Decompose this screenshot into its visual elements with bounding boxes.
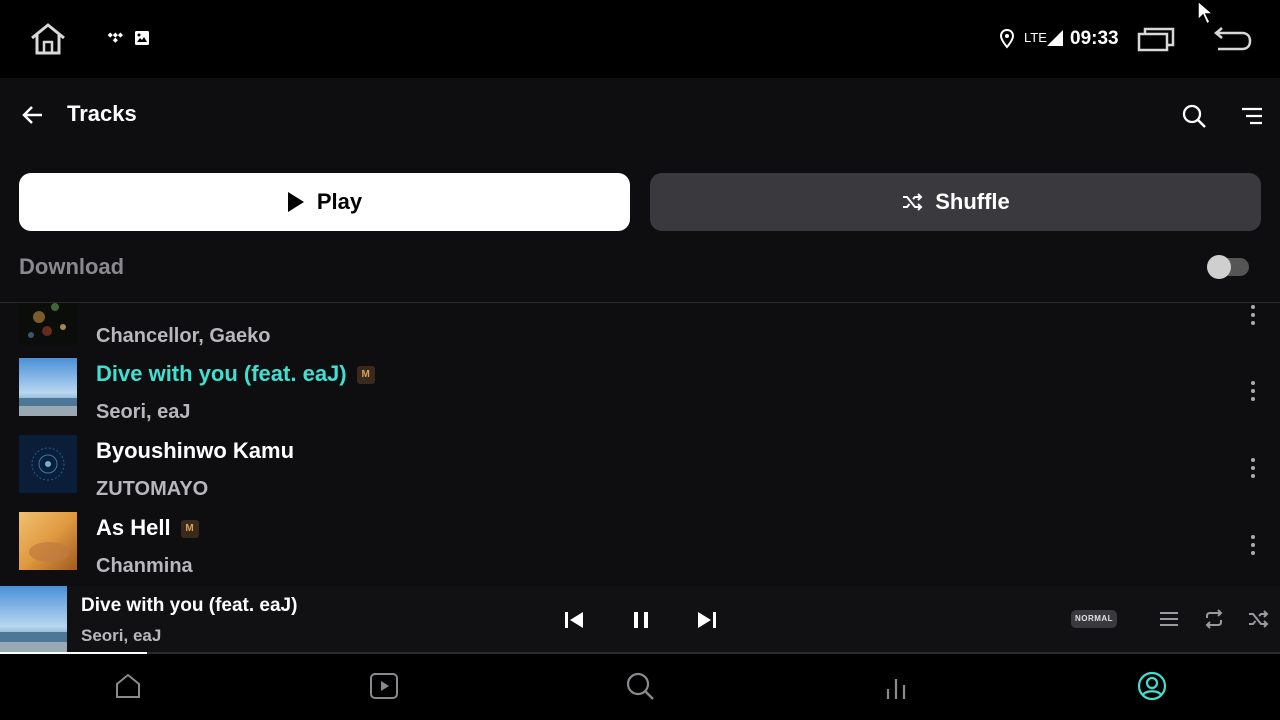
signal-icon [1047,30,1063,46]
filter-icon[interactable] [1240,104,1264,128]
page-title: Tracks [67,101,137,126]
download-label: Download [19,254,125,279]
pause-icon[interactable] [629,608,653,632]
shuffle-icon [903,193,923,211]
shuffle-button[interactable]: Shuffle [650,173,1261,231]
track-artist: Chancellor, Gaeko [96,325,271,347]
play-button-label: Play [316,189,363,214]
more-options-icon[interactable] [1243,456,1263,480]
tidal-notification-icon [107,32,123,43]
quality-badge[interactable]: NORMAL [1071,610,1117,628]
now-playing-title: Dive with you (feat. eaJ) [81,595,298,616]
now-playing-art[interactable] [0,586,67,653]
previous-icon[interactable] [562,608,586,632]
stats-icon[interactable] [881,671,911,701]
video-icon[interactable] [369,671,399,701]
master-badge: M [356,366,375,384]
album-art [19,512,77,570]
bottom-nav [0,654,1280,720]
back-arrow-icon[interactable] [20,102,46,128]
image-notification-icon [135,31,149,45]
next-icon[interactable] [695,608,719,632]
search-icon[interactable] [1181,103,1207,129]
album-art [19,303,77,345]
mini-player[interactable]: Dive with you (feat. eaJ) Seori, eaJ NOR… [0,586,1280,653]
toggle-knob [1207,255,1231,279]
master-badge: M [180,520,199,538]
album-art [19,358,77,416]
more-options-icon[interactable] [1243,533,1263,557]
more-options-icon[interactable] [1243,379,1263,403]
list-item[interactable]: As Hell M Chanmina [0,510,1280,586]
search-icon[interactable] [625,671,655,701]
home-icon[interactable] [113,671,143,701]
play-button[interactable]: Play [19,173,630,231]
tracks-page: Tracks Play Shuffle Download Chancellor,… [0,78,1280,586]
status-bar: LTE 09:33 [0,0,1280,78]
recents-icon[interactable] [1136,26,1176,52]
track-artist: Seori, eaJ [96,401,191,423]
track-artist: Chanmina [96,555,193,577]
queue-icon[interactable] [1158,608,1180,630]
more-options-icon[interactable] [1243,303,1263,327]
track-title: Dive with you (feat. eaJ) M [96,361,375,387]
now-playing-artist: Seori, eaJ [81,626,162,645]
location-icon [999,29,1015,49]
track-artist: ZUTOMAYO [96,478,209,500]
clock: 09:33 [1070,28,1119,49]
track-title: Byoushinwo Kamu [96,438,295,463]
back-icon[interactable] [1212,24,1252,52]
download-toggle[interactable] [1207,255,1249,279]
play-icon [287,192,304,212]
shuffle-icon[interactable] [1247,608,1269,630]
profile-icon[interactable] [1137,671,1167,701]
home-icon[interactable] [28,22,68,56]
shuffle-button-label: Shuffle [935,189,1010,214]
track-title: As Hell M [96,515,199,541]
network-type: LTE [1024,30,1047,45]
album-art [19,435,77,493]
track-title-text: As Hell [96,515,171,540]
track-list: Chancellor, Gaeko Dive with you (feat. e… [0,303,1280,586]
list-item[interactable]: Chancellor, Gaeko [0,303,1280,356]
repeat-icon[interactable] [1203,608,1225,630]
list-item[interactable]: Byoushinwo Kamu ZUTOMAYO [0,433,1280,510]
track-title-text: Dive with you (feat. eaJ) [96,361,347,386]
mouse-cursor-icon [1197,0,1216,26]
list-item[interactable]: Dive with you (feat. eaJ) M Seori, eaJ [0,356,1280,433]
